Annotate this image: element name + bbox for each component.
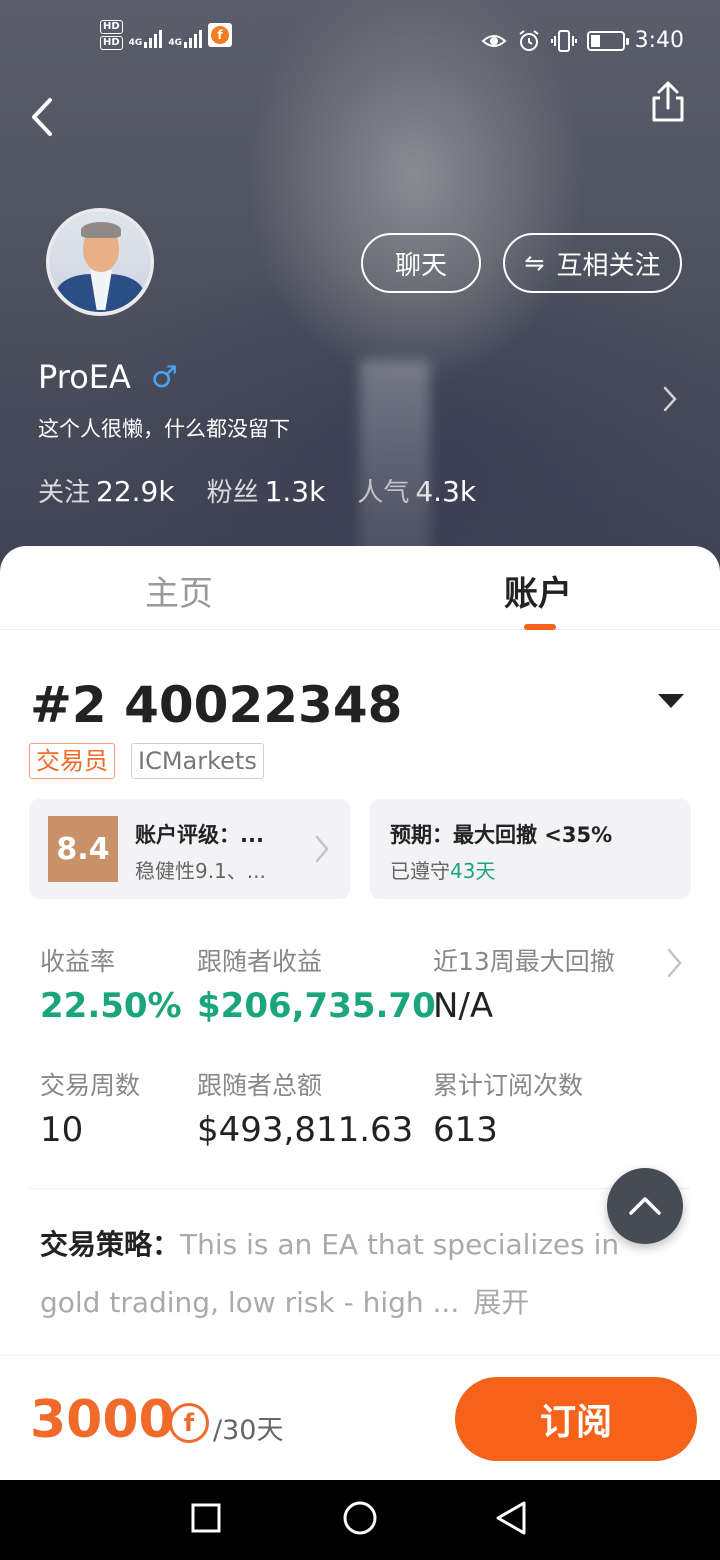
tab-account[interactable]: 账户 — [504, 566, 572, 615]
signal-bars — [183, 30, 202, 48]
metric-value: 613 — [433, 1110, 498, 1150]
status-left: HD HD 4G 4G f — [100, 20, 232, 50]
recent-apps-button[interactable] — [190, 1502, 222, 1538]
signal-icon: 4G — [168, 22, 202, 48]
chat-label: 聊天 — [394, 250, 447, 281]
rating-detail: 稳健性9.1、... — [135, 859, 266, 883]
eye-icon — [481, 34, 507, 47]
content-card: 主页 账户 #2 40022348 交易员 ICMarkets 8.4 账户评级… — [0, 546, 720, 1480]
metric-max-drawdown[interactable]: 近13周最大回撤 N/A — [433, 942, 615, 1026]
avatar[interactable] — [46, 208, 154, 316]
network-type: 4G — [128, 38, 143, 48]
metric-follower-total: 跟随者总额 $493,811.63 — [197, 1066, 413, 1150]
compliance-days: 43天 — [450, 859, 496, 883]
system-nav-bar — [0, 1480, 720, 1560]
account-title: #2 40022348 — [30, 676, 403, 734]
scroll-top-button[interactable] — [607, 1168, 683, 1244]
strategy-label: 交易策略： — [40, 1228, 181, 1261]
username: ProEA — [38, 358, 131, 396]
status-right: 3:40 — [481, 28, 684, 53]
following-stat[interactable]: 关注 22.9k — [38, 472, 175, 509]
mutual-follow-button[interactable]: ⇋ 互相关注 — [503, 233, 682, 293]
metric-value: $493,811.63 — [197, 1110, 414, 1150]
tab-bar: 主页 账户 — [0, 546, 720, 630]
subscription-bar: 3000 f /30天 订阅 — [0, 1355, 720, 1480]
account-rating-box[interactable]: 8.4 账户评级：... 稳健性9.1、... — [29, 799, 350, 899]
metric-value: 22.50% — [40, 986, 182, 1026]
chevron-up-icon — [629, 1197, 661, 1215]
hd-indicators: HD HD — [100, 20, 123, 50]
nav-back-button[interactable] — [494, 1500, 528, 1540]
network-type: 4G — [168, 38, 182, 48]
chevron-right-icon[interactable] — [664, 946, 686, 984]
back-button[interactable] — [22, 94, 70, 142]
divider — [30, 1188, 690, 1189]
stat-value: 1.3k — [264, 475, 326, 508]
home-button[interactable] — [342, 1500, 378, 1540]
expand-link[interactable]: 展开 — [473, 1286, 529, 1319]
chevron-right-icon — [663, 386, 677, 412]
broker-tag: ICMarkets — [131, 743, 264, 779]
status-time: 3:40 — [634, 28, 684, 53]
metric-label: 交易周数 — [40, 1071, 141, 1100]
metric-value: 10 — [40, 1110, 84, 1150]
expectation-status: 已遵守43天 — [390, 859, 496, 883]
metric-label: 跟随者收益 — [197, 947, 323, 976]
follow-label: 互相关注 — [556, 250, 661, 281]
metric-label: 收益率 — [40, 947, 116, 976]
profile-stats: 关注 22.9k 粉丝 1.3k 人气 4.3k — [38, 472, 476, 509]
hd-badge: HD — [100, 20, 123, 34]
rating-score: 8.4 — [48, 816, 118, 882]
share-button[interactable] — [644, 78, 692, 126]
chevron-left-icon — [32, 98, 52, 136]
popularity-stat: 人气 4.3k — [357, 475, 477, 508]
metric-value: $206,735.70 — [197, 986, 436, 1026]
price: 3000 — [30, 1390, 175, 1450]
app-notification-icon: f — [207, 23, 232, 47]
circle-icon — [343, 1501, 377, 1535]
fans-stat[interactable]: 粉丝 1.3k — [207, 472, 326, 509]
share-icon — [652, 81, 684, 122]
coin-icon: f — [169, 1403, 209, 1443]
metric-trading-weeks: 交易周数 10 — [40, 1066, 140, 1150]
metric-return-rate: 收益率 22.50% — [40, 942, 182, 1026]
metric-label: 跟随者总额 — [197, 1071, 323, 1100]
expectation-title: 预期：最大回撤 <35% — [390, 823, 613, 847]
username-row: ProEA ♂ — [38, 358, 178, 396]
role-tag: 交易员 — [29, 743, 115, 779]
metric-label: 累计订阅次数 — [433, 1071, 584, 1100]
tab-indicator — [524, 624, 556, 630]
status-bar: HD HD 4G 4G f 3:40 — [0, 0, 720, 84]
square-icon — [191, 1503, 221, 1533]
chevron-right-icon — [312, 833, 332, 869]
triangle-back-icon — [496, 1501, 526, 1535]
metric-follower-profit: 跟随者收益 $206,735.70 — [197, 942, 436, 1026]
metric-value: N/A — [433, 986, 494, 1026]
metric-subscription-count: 累计订阅次数 613 — [433, 1066, 583, 1150]
alarm-icon — [518, 29, 539, 51]
stat-value: 4.3k — [415, 475, 477, 508]
strategy-section: 交易策略：This is an EA that specializes in g… — [40, 1216, 670, 1332]
stat-value: 22.9k — [96, 475, 175, 508]
male-icon: ♂ — [150, 359, 178, 395]
chat-button[interactable]: 聊天 — [361, 233, 481, 293]
vibrate-icon — [550, 29, 577, 52]
hd-badge: HD — [100, 36, 123, 50]
swap-arrows-icon: ⇋ — [524, 249, 545, 277]
battery-icon — [586, 30, 629, 51]
profile-detail-link[interactable] — [660, 384, 680, 418]
tab-home[interactable]: 主页 — [145, 566, 213, 615]
price-period: /30天 — [213, 1415, 284, 1446]
subscribe-button[interactable]: 订阅 — [455, 1377, 697, 1461]
metric-label: 近13周最大回撤 — [433, 947, 615, 976]
signal-bars — [144, 30, 163, 48]
bio: 这个人很懒，什么都没留下 — [38, 417, 290, 441]
expectation-box: 预期：最大回撤 <35% 已遵守43天 — [370, 799, 691, 899]
profile-header: HD HD 4G 4G f 3:40 聊天 ⇋ 互相关注 ProEA ♂ 这个人… — [0, 0, 720, 580]
rating-title: 账户评级：... — [135, 823, 264, 847]
signal-icon: 4G — [129, 22, 163, 48]
account-dropdown-icon[interactable] — [658, 694, 684, 708]
